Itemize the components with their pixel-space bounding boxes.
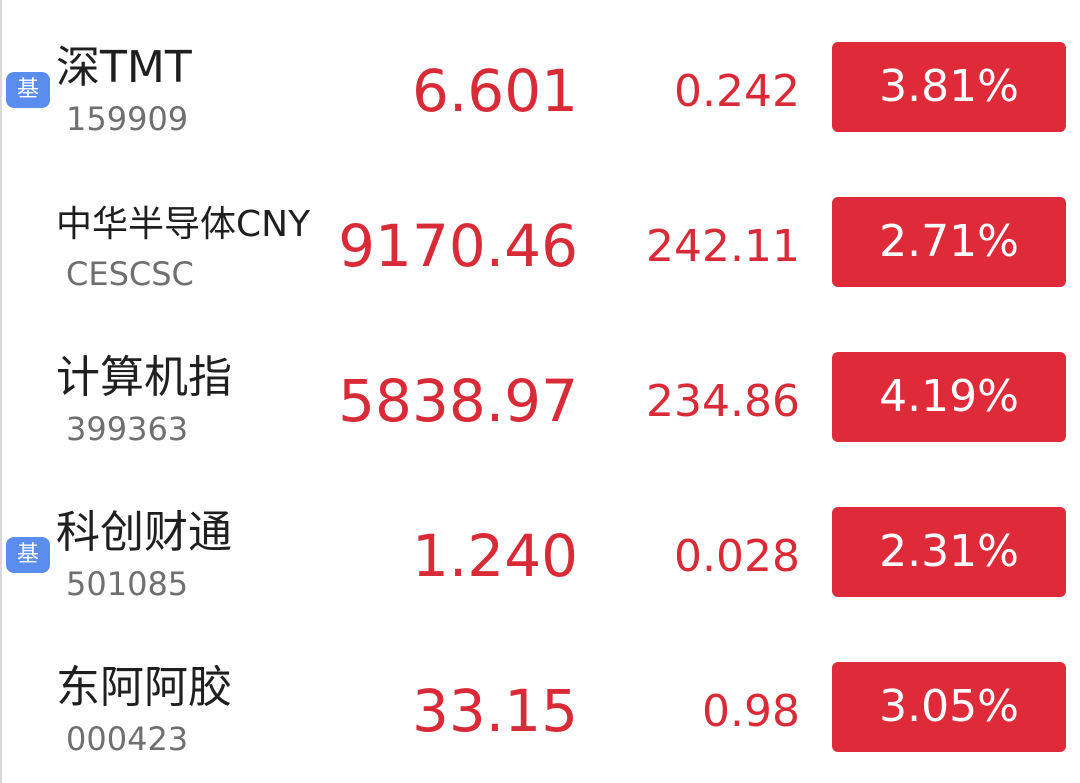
list-item[interactable]: 基 深TMT 159909 6.601 0.242 3.81% xyxy=(0,22,1080,152)
price-change: 0.98 xyxy=(702,686,800,737)
list-item[interactable]: 中华半导体CNY CESCSC 9170.46 242.11 2.71% xyxy=(0,177,1080,307)
change-percent-button[interactable]: 4.19% xyxy=(832,352,1066,442)
price-change: 242.11 xyxy=(646,221,800,272)
security-code: CESCSC xyxy=(66,255,194,293)
price-change: 0.028 xyxy=(674,531,800,582)
change-percent-button[interactable]: 3.81% xyxy=(832,42,1066,132)
security-name: 科创财通 xyxy=(56,507,232,558)
security-code: 399363 xyxy=(66,410,189,448)
latest-price: 5838.97 xyxy=(338,367,578,435)
security-name: 中华半导体CNY xyxy=(56,204,311,245)
price-change: 0.242 xyxy=(674,66,800,117)
change-percent-button[interactable]: 2.71% xyxy=(832,197,1066,287)
latest-price: 33.15 xyxy=(411,677,578,745)
fund-badge: 基 xyxy=(6,537,50,573)
security-name: 计算机指 xyxy=(56,352,232,403)
change-percent-button[interactable]: 2.31% xyxy=(832,507,1066,597)
security-name: 深TMT xyxy=(56,42,192,93)
security-code: 000423 xyxy=(66,720,189,758)
list-item[interactable]: 基 科创财通 501085 1.240 0.028 2.31% xyxy=(0,487,1080,617)
latest-price: 9170.46 xyxy=(338,212,578,280)
latest-price: 6.601 xyxy=(411,57,578,125)
price-change: 234.86 xyxy=(646,376,800,427)
security-code: 159909 xyxy=(66,100,189,138)
list-item[interactable]: 东阿阿胶 000423 33.15 0.98 3.05% xyxy=(0,642,1080,772)
security-name: 东阿阿胶 xyxy=(56,662,232,713)
change-percent-button[interactable]: 3.05% xyxy=(832,662,1066,752)
security-code: 501085 xyxy=(66,565,189,603)
latest-price: 1.240 xyxy=(411,522,578,590)
list-item[interactable]: 计算机指 399363 5838.97 234.86 4.19% xyxy=(0,332,1080,462)
fund-badge: 基 xyxy=(6,72,50,108)
